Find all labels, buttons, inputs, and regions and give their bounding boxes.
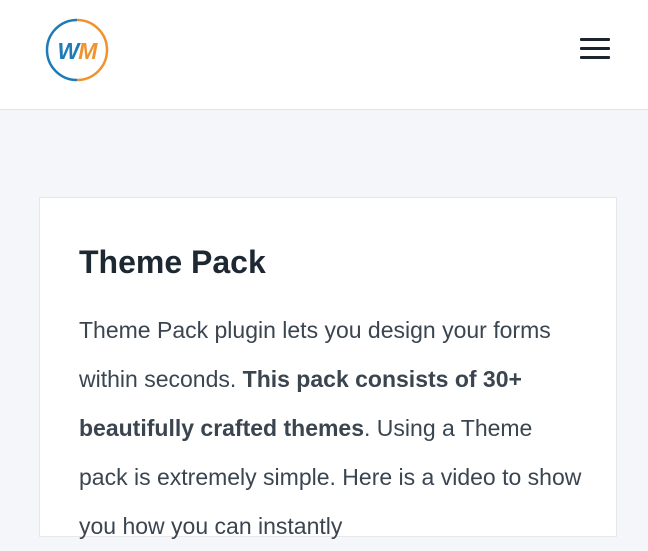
menu-icon-bar xyxy=(580,47,610,50)
site-logo-link[interactable]: WM xyxy=(45,18,109,82)
svg-text:WM: WM xyxy=(58,38,99,64)
theme-pack-card: Theme Pack Theme Pack plugin lets you de… xyxy=(39,197,617,539)
wm-logo-icon: WM xyxy=(45,18,109,82)
hamburger-menu-button[interactable] xyxy=(578,36,612,62)
card-title: Theme Pack xyxy=(79,244,266,280)
menu-icon-bar xyxy=(580,56,610,59)
card-description: Theme Pack plugin lets you design your f… xyxy=(79,306,584,551)
logo-letter-m: M xyxy=(78,38,98,64)
site-header: WM xyxy=(0,0,648,110)
menu-icon-bar xyxy=(580,38,610,41)
